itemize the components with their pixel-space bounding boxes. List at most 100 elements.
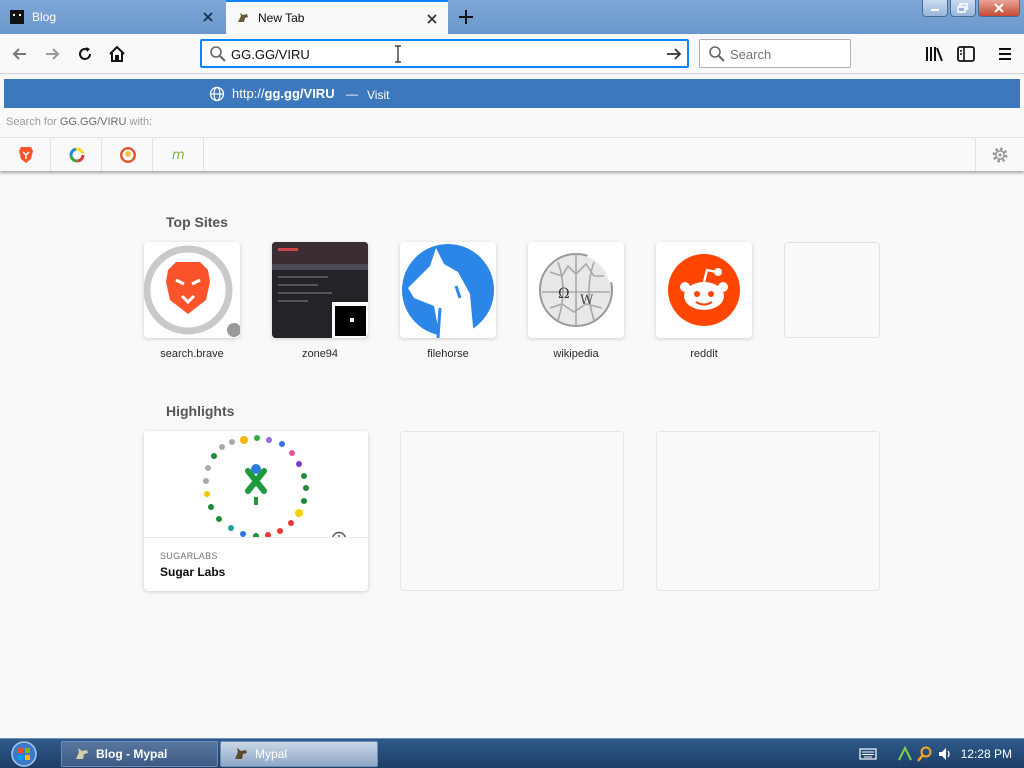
forward-arrow-icon [46,48,60,60]
go-arrow-icon[interactable] [664,44,684,64]
windows-taskbar: Blog - Mypal Mypal 12:28 PM [0,738,1024,768]
qwant-icon [69,147,84,162]
start-button[interactable] [4,740,44,768]
top-site-tile[interactable]: search.brave [144,242,240,360]
mojeek-icon: m [172,148,185,162]
screenshot-thumbnail [272,242,368,338]
highlight-card[interactable]: SUGARLABS Sugar Labs [144,431,368,591]
sidebar-icon [957,46,975,62]
autocomplete-visit-row[interactable]: http://gg.gg/VIRU — Visit [4,79,1020,108]
site-label: filehorse [427,348,469,360]
search-bar[interactable] [699,39,851,68]
highlights-heading: Highlights [166,403,235,419]
horse-icon [238,13,248,22]
top-site-empty-slot[interactable] [784,242,880,348]
close-icon[interactable] [424,11,440,27]
taskbar-button-blog-mypal[interactable]: Blog - Mypal [61,741,218,767]
highlight-empty-slot [400,431,624,591]
reload-button[interactable] [73,42,97,66]
suggestion-host: gg.gg/VIRU [264,86,335,101]
site-thumbnail: Ω W [528,242,624,338]
forward-button[interactable] [40,42,64,66]
suggestion-separator: — [346,87,358,101]
taskbar-button-label: Blog - Mypal [96,747,168,761]
sidebar-button[interactable] [954,42,978,66]
search-for-suffix: with: [129,116,153,128]
svg-text:Ω: Ω [558,286,570,302]
highlight-empty-slot [656,431,880,591]
library-button[interactable] [922,42,946,66]
one-off-search-engines: m [0,137,1024,171]
volume-icon[interactable] [937,746,953,762]
keyboard-icon[interactable] [859,748,877,760]
url-bar[interactable] [200,39,689,68]
tab-strip: Blog New Tab [0,0,1024,34]
sugar-labs-activity-ring [203,435,309,537]
tab-title: New Tab [258,11,305,25]
site-label: reddit [690,348,718,360]
site-label: zone94 [301,348,339,360]
home-icon [109,45,125,62]
wikipedia-globe-icon: Ω W [539,251,615,327]
url-autocomplete-popup: http://gg.gg/VIRU — Visit Search for GG.… [0,75,1024,171]
suggestion-scheme: http:// [232,86,265,101]
menu-button[interactable] [993,42,1017,66]
restore-icon [957,3,968,13]
site-label: search.brave [160,348,224,360]
search-icon[interactable] [916,746,933,762]
new-tab-button[interactable] [456,7,476,27]
back-arrow-icon [12,48,26,60]
suggestion-action: Visit [367,88,390,102]
svg-text:W: W [580,293,594,308]
taskbar-button-mypal[interactable]: Mypal [220,741,378,767]
search-for-prefix: Search for [6,116,57,128]
site-thumbnail [144,242,240,338]
tab-new-tab[interactable]: New Tab [226,0,448,34]
site-label: wikipedia [553,348,599,360]
restore-button[interactable] [950,0,976,17]
brave-lion-icon [144,245,240,337]
highlight-thumbnail [144,431,368,538]
horse-icon [76,748,88,759]
top-site-tile[interactable]: zone94 [272,242,368,360]
engine-mojeek-button[interactable]: m [154,138,204,171]
suggestion-url: http://gg.gg/VIRU [232,86,335,101]
pixel-face-icon [10,10,24,24]
engine-brave-button[interactable] [1,138,51,171]
highlight-title: Sugar Labs [160,565,226,579]
taskbar-clock: 12:28 PM [960,747,1012,761]
text-cursor-icon [395,45,401,63]
home-button[interactable] [105,42,129,66]
top-site-tile[interactable]: Ω W wikipedia [528,242,624,360]
horse-logo-icon [402,244,494,338]
tab-blog[interactable]: Blog [0,0,224,34]
site-thumbnail [656,242,752,338]
site-thumbnail [784,242,880,338]
taskbar-button-label: Mypal [255,747,288,761]
tab-title: Blog [32,10,57,24]
highlight-source: SUGARLABS [160,551,218,561]
url-input[interactable] [231,44,651,64]
engine-divider [975,138,976,171]
windows-logo-icon [11,741,37,767]
search-for-label: Search for GG.GG/VIRU with: [6,116,152,128]
window-close-button[interactable] [978,0,1020,17]
search-input[interactable] [730,44,845,64]
back-button[interactable] [8,42,32,66]
reload-icon [79,47,91,60]
navigation-toolbar [0,34,1024,74]
search-icon [709,46,725,62]
engine-qwant-button[interactable] [52,138,102,171]
system-tray: 12:28 PM [859,739,1024,768]
close-icon[interactable] [200,9,216,25]
reddit-alien-icon [668,254,740,326]
engine-duckduckgo-button[interactable] [103,138,153,171]
minimize-button[interactable] [922,0,948,17]
gear-icon[interactable] [990,145,1010,165]
site-thumbnail [400,242,496,338]
network-icon[interactable] [897,746,913,762]
top-site-tile[interactable]: filehorse [400,242,496,360]
hamburger-menu-icon [999,48,1011,60]
top-site-tile[interactable]: reddit [656,242,752,360]
brave-search-icon [18,146,33,163]
